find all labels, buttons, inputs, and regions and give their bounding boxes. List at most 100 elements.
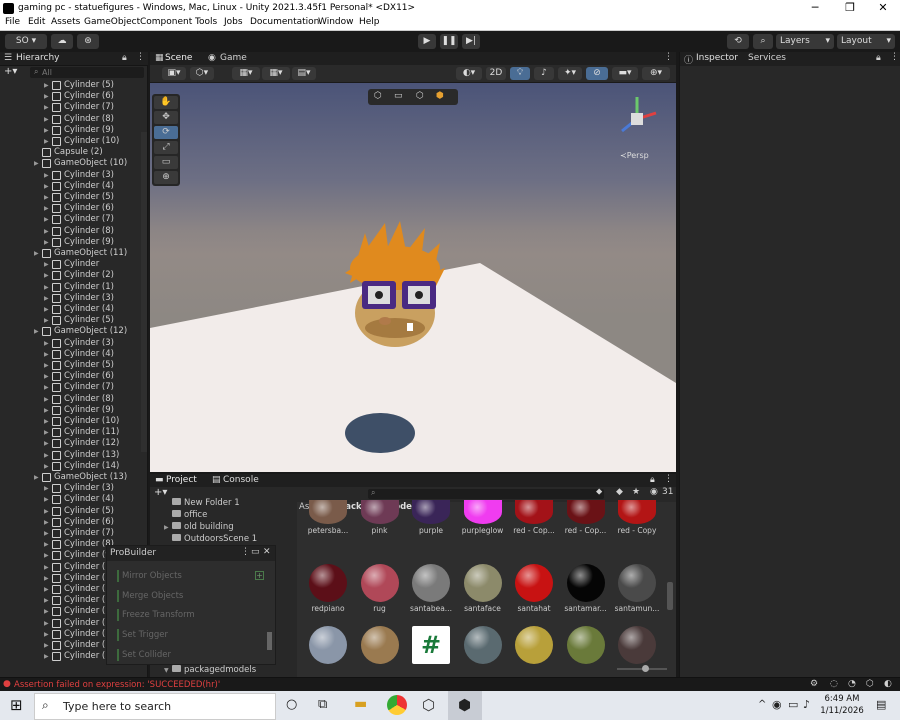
expand-arrow-icon[interactable]: ▶ bbox=[44, 483, 49, 494]
expand-arrow-icon[interactable]: ▶ bbox=[44, 573, 49, 584]
orientation-gizmo[interactable] bbox=[612, 91, 662, 141]
folder-tree-item[interactable]: New Folder 1 bbox=[164, 498, 240, 508]
expand-arrow-icon[interactable]: ▶ bbox=[44, 382, 49, 393]
lock-icon[interactable]: 🔒︎ bbox=[876, 53, 881, 63]
audio-icon[interactable]: ♪ bbox=[534, 67, 554, 80]
menu-window[interactable]: Window bbox=[318, 17, 354, 27]
tab-inspector[interactable]: Inspector bbox=[696, 53, 738, 63]
taskbar-search-input[interactable]: Type here to search bbox=[34, 693, 276, 720]
expand-arrow-icon[interactable]: ▶ bbox=[34, 248, 39, 259]
expand-arrow-icon[interactable]: ▶ bbox=[44, 282, 49, 293]
expand-arrow-icon[interactable]: ▶ bbox=[44, 651, 49, 662]
expand-arrow-icon[interactable]: ▶ bbox=[44, 338, 49, 349]
asset-thumbnail[interactable] bbox=[612, 626, 662, 682]
cube-outline-icon[interactable]: ⬡ bbox=[416, 91, 424, 101]
lock-icon[interactable]: 🔒︎ bbox=[650, 475, 655, 485]
rect-icon[interactable]: ▭ bbox=[394, 91, 403, 101]
account-dropdown[interactable]: SO ▾ bbox=[5, 34, 47, 49]
expand-arrow-icon[interactable]: ▶ bbox=[44, 203, 49, 214]
unity-editor-taskbar-button[interactable]: ⬢ bbox=[448, 691, 482, 720]
more-options-icon[interactable]: ⋮ bbox=[664, 474, 673, 484]
hand-tool-icon[interactable]: ✋ bbox=[154, 96, 178, 109]
tray-chevron-icon[interactable]: ^ bbox=[758, 699, 766, 710]
probuilder-action[interactable]: Mirror Objects bbox=[117, 570, 182, 582]
expand-arrow-icon[interactable]: ▶ bbox=[44, 550, 49, 561]
expand-arrow-icon[interactable]: ▶ bbox=[44, 394, 49, 405]
expand-arrow-icon[interactable]: ▶ bbox=[44, 192, 49, 203]
asset-thumbnail[interactable]: red - Copy bbox=[612, 500, 662, 556]
expand-arrow-icon[interactable]: ▼ bbox=[164, 667, 172, 674]
expand-arrow-icon[interactable]: ▶ bbox=[44, 539, 49, 550]
scene-viewport[interactable]: ⬡ ▭ ⬡ ⬢ bbox=[150, 83, 676, 472]
asset-thumbnail[interactable] bbox=[458, 626, 508, 682]
expand-arrow-icon[interactable]: ▶ bbox=[44, 427, 49, 438]
scale-tool-icon[interactable]: ⤢ bbox=[154, 141, 178, 154]
favorites-icon[interactable]: ★ bbox=[632, 487, 640, 497]
asset-thumbnail[interactable] bbox=[509, 626, 559, 682]
expand-arrow-icon[interactable]: ▶ bbox=[44, 606, 49, 617]
expand-arrow-icon[interactable]: ▶ bbox=[44, 315, 49, 326]
expand-arrow-icon[interactable]: ▶ bbox=[44, 595, 49, 606]
cube-filled-icon[interactable]: ⬢ bbox=[436, 91, 444, 101]
overlay-dropdown[interactable]: ▤▾ bbox=[292, 67, 316, 80]
tab-console[interactable]: Console bbox=[223, 475, 259, 485]
layers-dropdown[interactable]: Layers ▾ bbox=[776, 34, 834, 49]
tray-app-icon[interactable]: ◉ bbox=[772, 698, 782, 711]
expand-arrow-icon[interactable]: ▶ bbox=[44, 494, 49, 505]
collab-status-icon[interactable]: ◔ bbox=[848, 679, 856, 689]
expand-arrow-icon[interactable]: ▶ bbox=[44, 371, 49, 382]
folder-tree-item-selected[interactable]: ▼ packagedmodels bbox=[164, 665, 256, 675]
probuilder-scrollbar[interactable] bbox=[267, 632, 272, 650]
asset-thumbnail[interactable]: red - Cop... bbox=[509, 500, 559, 556]
asset-thumbnail[interactable]: red - Cop... bbox=[561, 500, 611, 556]
asset-thumbnail[interactable]: # bbox=[406, 626, 456, 682]
snap-increment-dropdown[interactable]: ▦▾ bbox=[262, 67, 290, 80]
progress-icon[interactable]: ◌ bbox=[830, 679, 838, 689]
more-options-icon[interactable]: ⋮ bbox=[241, 547, 250, 557]
maximize-button[interactable]: ❐ bbox=[835, 1, 865, 14]
step-button[interactable]: ▶| bbox=[462, 34, 480, 49]
asset-thumbnail[interactable] bbox=[355, 626, 405, 682]
expand-arrow-icon[interactable]: ▶ bbox=[44, 618, 49, 629]
expand-arrow-icon[interactable]: ▶ bbox=[44, 450, 49, 461]
pause-button[interactable]: ❚❚ bbox=[440, 34, 458, 49]
chrome-icon[interactable] bbox=[387, 695, 407, 715]
expand-arrow-icon[interactable]: ▶ bbox=[44, 80, 49, 91]
expand-arrow-icon[interactable]: ▶ bbox=[44, 125, 49, 136]
asset-thumbnail[interactable]: purpleglow bbox=[458, 500, 508, 556]
asset-thumbnail[interactable]: pink bbox=[355, 500, 405, 556]
close-window-button[interactable]: ✕ bbox=[868, 1, 898, 14]
expand-arrow-icon[interactable]: ▶ bbox=[34, 158, 39, 169]
probuilder-action[interactable]: Set Collider bbox=[117, 648, 171, 661]
menu-help[interactable]: Help bbox=[359, 17, 380, 27]
tab-project[interactable]: Project bbox=[166, 475, 197, 485]
menu-edit[interactable]: Edit bbox=[28, 17, 45, 27]
rect-tool-icon[interactable]: ▭ bbox=[154, 156, 178, 169]
asset-thumbnail[interactable]: santaface bbox=[458, 564, 508, 620]
folder-tree-item[interactable]: ▶ old building bbox=[164, 522, 234, 532]
file-explorer-icon[interactable]: ▬ bbox=[354, 696, 367, 712]
camera-dropdown[interactable]: ▬▾ bbox=[612, 67, 638, 80]
transform-tool-icon[interactable]: ⊕ bbox=[154, 171, 178, 184]
debug-icon[interactable]: ⚙ bbox=[810, 679, 818, 689]
grid-snap-dropdown[interactable]: ▦▾ bbox=[232, 67, 260, 80]
expand-arrow-icon[interactable]: ▶ bbox=[34, 472, 39, 483]
menu-documentation[interactable]: Documentation bbox=[250, 17, 319, 27]
expand-arrow-icon[interactable]: ▶ bbox=[44, 349, 49, 360]
expand-arrow-icon[interactable]: ▶ bbox=[44, 259, 49, 270]
cortana-icon[interactable]: ○ bbox=[286, 697, 297, 712]
play-button[interactable]: ▶ bbox=[418, 34, 436, 49]
rotate-tool-icon[interactable]: ⟳ bbox=[154, 126, 178, 139]
more-options-icon[interactable]: ⋮ bbox=[664, 52, 673, 62]
gizmos-dropdown[interactable]: ⊕▾ bbox=[642, 67, 670, 80]
expand-arrow-icon[interactable]: ▶ bbox=[44, 181, 49, 192]
menu-gameobject[interactable]: GameObject bbox=[84, 17, 140, 27]
lock-icon[interactable]: 🔒︎ bbox=[122, 53, 127, 63]
tab-services[interactable]: Services bbox=[748, 53, 786, 63]
expand-arrow-icon[interactable]: ▶ bbox=[44, 114, 49, 125]
expand-arrow-icon[interactable]: ▶ bbox=[44, 226, 49, 237]
persp-label[interactable]: ≺Persp bbox=[620, 151, 649, 160]
more-options-icon[interactable]: ⋮ bbox=[136, 52, 145, 62]
shading-dropdown[interactable]: ◐▾ bbox=[456, 67, 482, 80]
filter-label-icon[interactable]: ◆ bbox=[616, 487, 623, 497]
